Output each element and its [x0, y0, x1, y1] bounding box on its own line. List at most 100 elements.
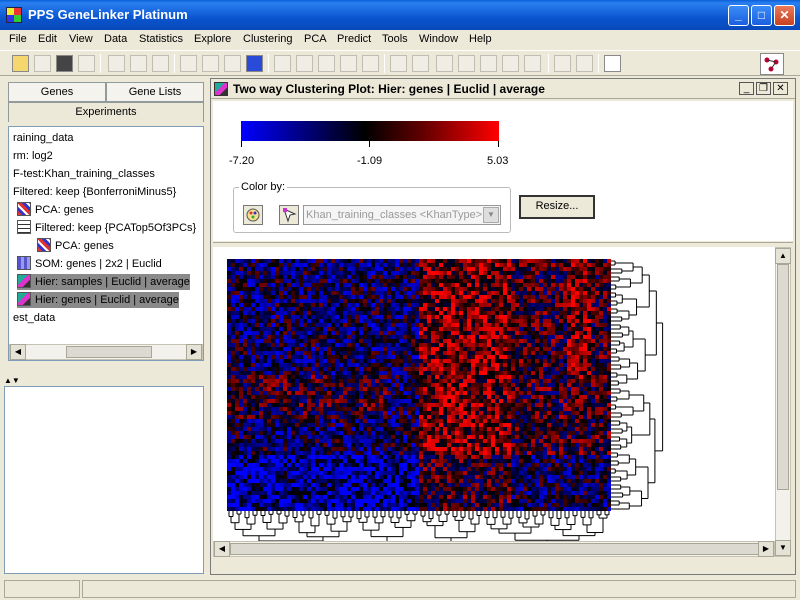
- tree-item-filtered-pca-top[interactable]: Filtered: keep {PCATop5Of3PCs}: [17, 220, 196, 236]
- heatmap-cell: [251, 315, 255, 319]
- close-button[interactable]: ✕: [774, 5, 795, 26]
- menu-clustering[interactable]: Clustering: [243, 33, 293, 45]
- heatmap-cell: [447, 307, 451, 311]
- heatmap-cell: [479, 431, 483, 435]
- inner-minimize-button[interactable]: _: [739, 82, 754, 95]
- plot-divider[interactable]: [213, 242, 793, 244]
- stack-icon[interactable]: [502, 55, 519, 72]
- palette-button[interactable]: [243, 205, 263, 225]
- heatmap-cell: [479, 311, 483, 315]
- tree-item-norm[interactable]: rm: log2: [13, 148, 53, 164]
- tree-icon[interactable]: [362, 55, 379, 72]
- network-icon[interactable]: [436, 55, 453, 72]
- tree-item-training-data[interactable]: raining_data: [13, 130, 74, 146]
- heatmap-cell: [227, 259, 231, 263]
- tab-gene-lists[interactable]: Gene Lists: [106, 82, 204, 102]
- scale-icon[interactable]: [152, 55, 169, 72]
- nodes-icon[interactable]: [480, 55, 497, 72]
- chart-icon[interactable]: [108, 55, 125, 72]
- menu-file[interactable]: File: [9, 33, 27, 45]
- panel-splitter[interactable]: ▲▼: [4, 376, 204, 386]
- filter-icon[interactable]: [130, 55, 147, 72]
- tools-icon[interactable]: [554, 55, 571, 72]
- heatmap-cell: [559, 407, 563, 411]
- heatmap-cell: [231, 339, 235, 343]
- menu-explore[interactable]: Explore: [194, 33, 231, 45]
- scroll-right-icon[interactable]: ▶: [186, 344, 202, 360]
- heatmap-cell: [295, 279, 299, 283]
- help-icon[interactable]: [604, 55, 621, 72]
- heatmap-cell: [543, 447, 547, 451]
- menu-predict[interactable]: Predict: [337, 33, 371, 45]
- grid-icon[interactable]: [412, 55, 429, 72]
- color-by-class-button[interactable]: [279, 205, 299, 225]
- heatmap-cell: [515, 447, 519, 451]
- tab-experiments[interactable]: Experiments: [8, 102, 204, 122]
- open-folder-icon[interactable]: [12, 55, 29, 72]
- heatmap-cell: [599, 359, 603, 363]
- tree-item-som-genes[interactable]: SOM: genes | 2x2 | Euclid: [17, 256, 162, 272]
- menu-edit[interactable]: Edit: [38, 33, 57, 45]
- menu-help[interactable]: Help: [469, 33, 492, 45]
- edit-icon[interactable]: [576, 55, 593, 72]
- heatmap-cell: [287, 263, 291, 267]
- resize-button[interactable]: Resize...: [519, 195, 595, 219]
- splitter-arrows-icon[interactable]: ▲▼: [4, 376, 20, 385]
- tree-item-pca-genes-child[interactable]: PCA: genes: [37, 238, 114, 254]
- tab-genes[interactable]: Genes: [8, 82, 106, 102]
- heatmap-cell: [323, 419, 327, 423]
- matrix-icon[interactable]: [340, 55, 357, 72]
- color-by-select[interactable]: Khan_training_classes <KhanType> ▼: [303, 205, 501, 225]
- v-icon[interactable]: [224, 55, 241, 72]
- maximize-button[interactable]: □: [751, 5, 772, 26]
- document-icon[interactable]: [34, 55, 51, 72]
- heatmap-cell: [475, 295, 479, 299]
- tree-item-filtered-bonferroni[interactable]: Filtered: keep {BonferroniMinus5}: [13, 184, 176, 200]
- heatmap-cell: [603, 267, 607, 271]
- heatmap-cell: [371, 315, 375, 319]
- scroll-left-icon[interactable]: ◀: [10, 344, 26, 360]
- cluster-icon[interactable]: [274, 55, 291, 72]
- triangle-chart-icon[interactable]: [246, 55, 263, 72]
- dendrogram-icon[interactable]: [296, 55, 313, 72]
- heatmap-cell: [439, 439, 443, 443]
- menu-view[interactable]: View: [69, 33, 93, 45]
- title-bar[interactable]: PPS GeneLinker Platinum _ □ ✕: [0, 0, 800, 30]
- heatmap-cell: [471, 259, 475, 263]
- heatmap-cell: [379, 327, 383, 331]
- plot-window-titlebar[interactable]: Two way Clustering Plot: Hier: genes | E…: [211, 79, 795, 99]
- list-icon[interactable]: [202, 55, 219, 72]
- menu-statistics[interactable]: Statistics: [139, 33, 183, 45]
- scroll-thumb[interactable]: [66, 346, 152, 358]
- inner-restore-button[interactable]: ❐: [756, 82, 771, 95]
- heatmap-cell: [227, 291, 231, 295]
- menu-window[interactable]: Window: [419, 33, 458, 45]
- molecule-logo-icon[interactable]: [760, 53, 784, 75]
- branch-icon[interactable]: [458, 55, 475, 72]
- heatmap-cell: [455, 299, 459, 303]
- heatmap-cell: [499, 383, 503, 387]
- table-icon[interactable]: [180, 55, 197, 72]
- tree-item-hier-genes[interactable]: Hier: genes | Euclid | average: [17, 292, 179, 308]
- heatmap-cell: [487, 427, 491, 431]
- tree-item-f-test[interactable]: F-test:Khan_training_classes: [13, 166, 155, 182]
- inner-close-button[interactable]: ✕: [773, 82, 788, 95]
- menu-data[interactable]: Data: [104, 33, 127, 45]
- heatmap-cell: [603, 367, 607, 371]
- heatmap-cell: [239, 335, 243, 339]
- heatmap-cell: [255, 339, 259, 343]
- chevron-down-icon[interactable]: ▼: [483, 207, 499, 223]
- tree-item-hier-samples[interactable]: Hier: samples | Euclid | average: [17, 274, 190, 290]
- dots-icon[interactable]: [318, 55, 335, 72]
- binoculars-icon[interactable]: [56, 55, 73, 72]
- export-icon[interactable]: [524, 55, 541, 72]
- tree-item-test-data[interactable]: est_data: [13, 310, 55, 326]
- menu-tools[interactable]: Tools: [382, 33, 408, 45]
- menu-pca[interactable]: PCA: [304, 33, 327, 45]
- minimize-button[interactable]: _: [728, 5, 749, 26]
- tree-item-pca-genes[interactable]: PCA: genes: [17, 202, 94, 218]
- heatmap-cell: [243, 279, 247, 283]
- arrow-icon[interactable]: [78, 55, 95, 72]
- tree-horizontal-scrollbar[interactable]: ◀ ▶: [9, 344, 203, 360]
- heatmap-icon[interactable]: [390, 55, 407, 72]
